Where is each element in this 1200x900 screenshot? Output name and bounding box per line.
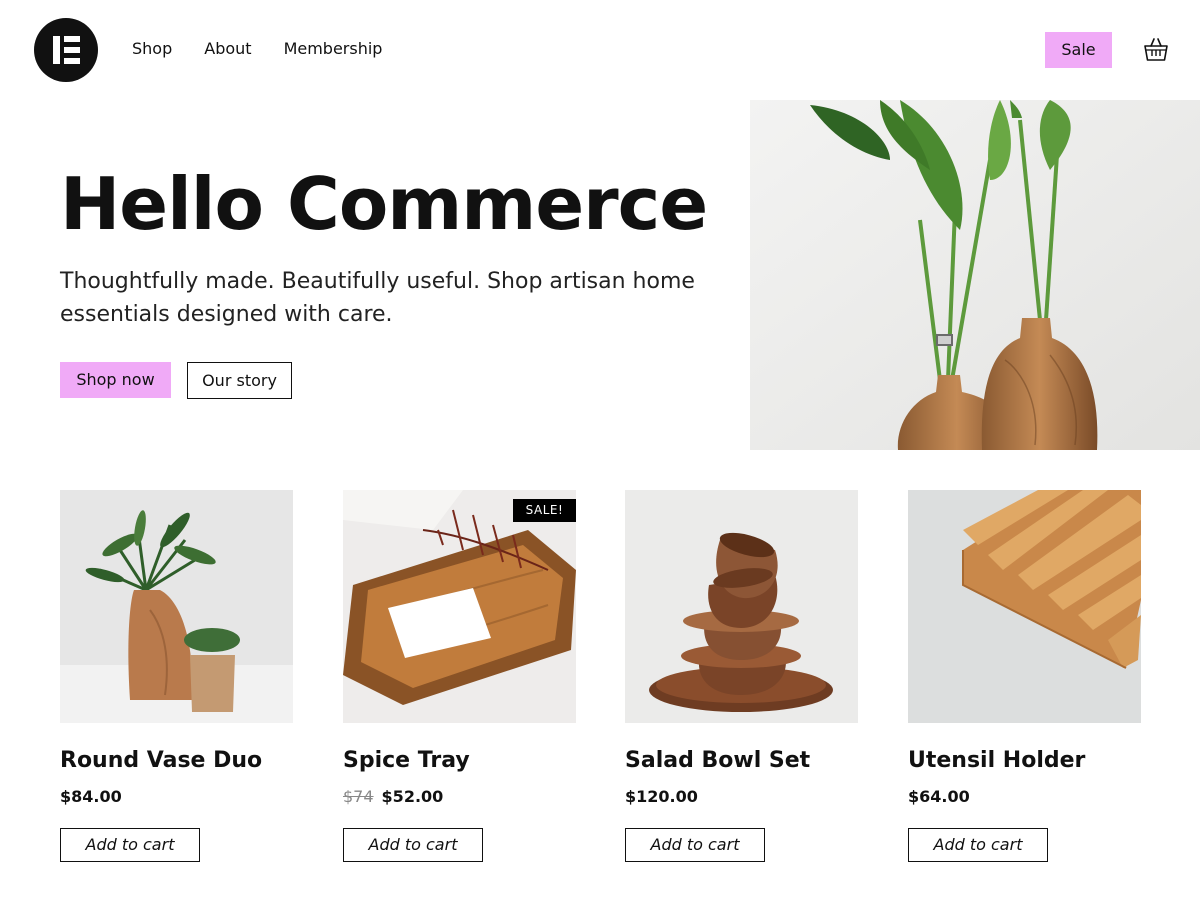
- add-to-cart-button[interactable]: Add to cart: [625, 828, 765, 862]
- nav-about[interactable]: About: [204, 38, 251, 60]
- product-card: Salad Bowl Set $120.00 Add to cart: [625, 490, 858, 862]
- product-price: $84.00: [60, 786, 122, 808]
- nav-shop[interactable]: Shop: [132, 38, 172, 60]
- shop-now-button[interactable]: Shop now: [60, 362, 171, 398]
- product-card: Round Vase Duo $84.00 Add to cart: [60, 490, 293, 862]
- product-price: $120.00: [625, 786, 698, 808]
- product-price: $74 $52.00: [343, 786, 443, 808]
- elementor-logo-icon[interactable]: [34, 18, 98, 82]
- product-card: Utensil Holder $64.00 Add to cart: [908, 490, 1141, 862]
- sale-button[interactable]: Sale: [1045, 32, 1112, 68]
- product-card: SALE! Spice Tray $74 $52.00 Add to cart: [343, 490, 576, 862]
- product-image[interactable]: SALE!: [343, 490, 576, 723]
- nav-membership[interactable]: Membership: [284, 38, 383, 60]
- product-name[interactable]: Utensil Holder: [908, 746, 1085, 776]
- product-name[interactable]: Spice Tray: [343, 746, 470, 776]
- add-to-cart-button[interactable]: Add to cart: [60, 828, 200, 862]
- add-to-cart-button[interactable]: Add to cart: [908, 828, 1048, 862]
- current-price: $64.00: [908, 787, 970, 806]
- original-price: $74: [343, 787, 374, 806]
- product-name[interactable]: Salad Bowl Set: [625, 746, 810, 776]
- current-price: $120.00: [625, 787, 698, 806]
- current-price: $84.00: [60, 787, 122, 806]
- sale-badge: SALE!: [513, 499, 576, 522]
- product-image[interactable]: [908, 490, 1141, 723]
- hero-subtitle: Thoughtfully made. Beautifully useful. S…: [60, 269, 695, 327]
- basket-icon[interactable]: [1142, 36, 1170, 64]
- add-to-cart-button[interactable]: Add to cart: [343, 828, 483, 862]
- current-price: $52.00: [381, 787, 444, 806]
- main-nav: Shop About Membership: [132, 38, 414, 60]
- product-price: $64.00: [908, 786, 970, 808]
- hero-title: Hello Commerce: [60, 162, 708, 246]
- product-image[interactable]: [625, 490, 858, 723]
- our-story-button[interactable]: Our story: [187, 362, 292, 399]
- product-image[interactable]: [60, 490, 293, 723]
- hero-plant-vases-image: [750, 100, 1200, 450]
- product-name[interactable]: Round Vase Duo: [60, 746, 262, 776]
